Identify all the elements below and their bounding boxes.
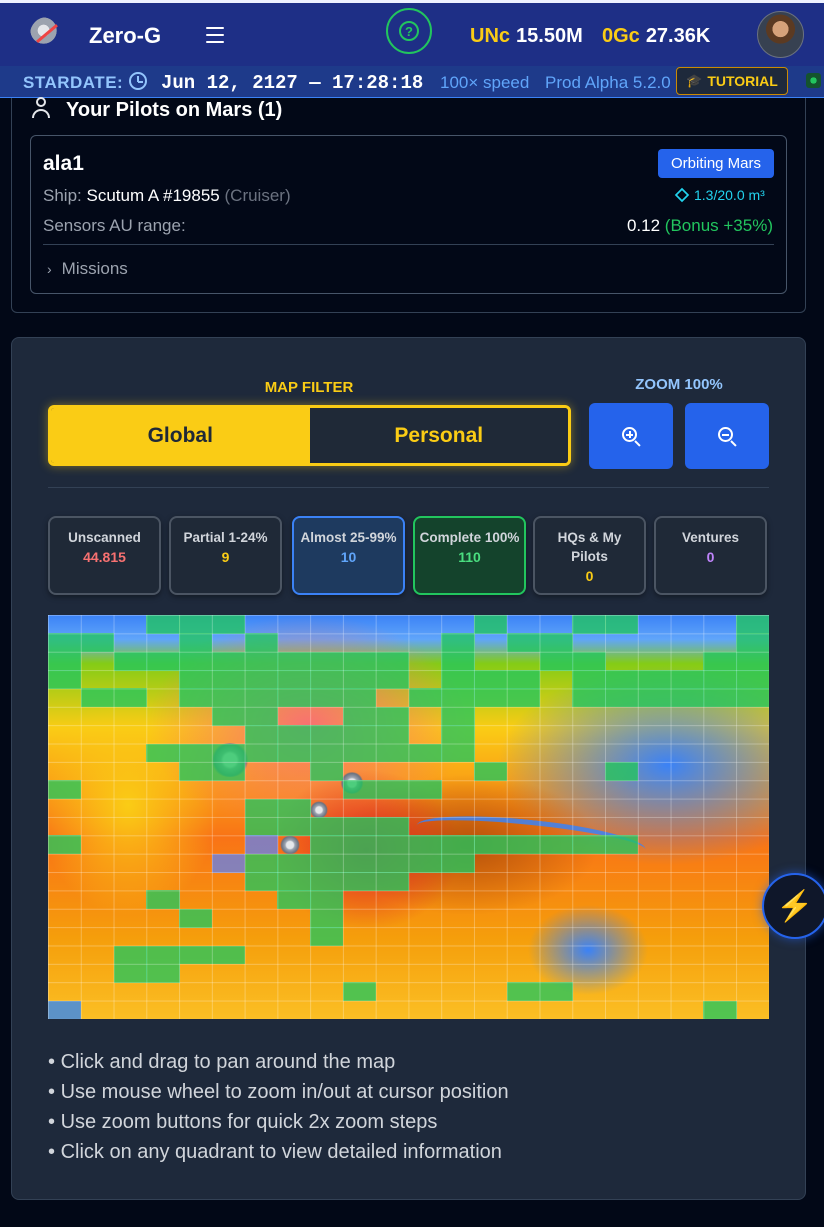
zoom-in-icon	[622, 427, 641, 447]
stat-complete[interactable]: Complete 100% 110	[413, 516, 526, 595]
app-brand[interactable]: Zero-G	[89, 23, 161, 49]
zoom-in-button[interactable]	[589, 403, 673, 469]
stardate-time: Jun 12, 2127 — 17:28:18	[161, 72, 424, 94]
stat-partial[interactable]: Partial 1-24% 9	[169, 516, 282, 595]
stat-label: Almost 25-99%	[300, 530, 397, 545]
ogc-balance: 0Gc 27.36K	[602, 25, 710, 48]
zoom-out-button[interactable]	[685, 403, 769, 469]
user-icon	[32, 97, 50, 119]
stat-value: 110	[458, 549, 481, 565]
stat-value: 0	[706, 549, 715, 565]
missions-toggle[interactable]: › Missions	[47, 259, 128, 279]
cargo-value: 1.3/20.0 m³	[694, 187, 765, 203]
unc-value: 15.50M	[516, 25, 583, 47]
stat-value: 0	[585, 568, 594, 584]
cargo-capacity: 1.3/20.0 m³	[674, 187, 765, 203]
rocket-planet-icon[interactable]	[30, 17, 64, 51]
time-speed: 100× speed	[440, 73, 530, 92]
top-navbar: Zero-G ? UNc 15.50M 0Gc 27.36K	[0, 0, 824, 66]
ship-name: Scutum A #19855	[86, 186, 220, 205]
ogc-value: 27.36K	[645, 25, 711, 47]
map-filter-title: MAP FILTER	[264, 379, 354, 396]
sensors-range: 0.12	[626, 216, 661, 235]
ship-prefix: Ship:	[43, 186, 82, 205]
graduation-cap-icon: 🎓	[686, 73, 703, 88]
unc-label: UNc	[470, 25, 511, 47]
question-icon: ?	[399, 21, 419, 41]
avatar[interactable]	[757, 11, 804, 58]
stat-ventures[interactable]: Ventures 0	[654, 516, 767, 595]
quick-action-button[interactable]: ⚡	[762, 873, 824, 939]
missions-label: Missions	[61, 259, 128, 278]
zoom-level: ZOOM 100%	[635, 376, 723, 393]
stat-label: HQs & My Pilots	[557, 530, 622, 564]
sensors-bonus: (Bonus +35%)	[664, 216, 773, 235]
filter-personal-button[interactable]: Personal	[309, 408, 568, 463]
stardate-label: STARDATE:	[23, 73, 124, 92]
panel-divider	[48, 487, 769, 488]
instruction-item: Use mouse wheel to zoom in/out at cursor…	[48, 1077, 509, 1107]
stat-value: 9	[221, 549, 230, 565]
stardate-bar: STARDATE: Jun 12, 2127 — 17:28:18 100× s…	[0, 66, 824, 98]
status-badge: Orbiting Mars	[658, 149, 774, 178]
help-button[interactable]: ?	[386, 8, 432, 54]
map-grid	[48, 615, 769, 1019]
instruction-item: Click on any quadrant to view detailed i…	[48, 1137, 509, 1167]
pilot-name: ala1	[43, 152, 84, 175]
ship-info: Ship: Scutum A #19855 (Cruiser)	[43, 186, 291, 206]
chevron-right-icon: ›	[47, 261, 52, 277]
unc-balance: UNc 15.50M	[470, 25, 583, 48]
stat-label: Unscanned	[68, 530, 141, 545]
clock-icon	[129, 72, 147, 90]
instruction-item: Click and drag to pan around the map	[48, 1047, 509, 1077]
ogc-label: 0Gc	[602, 25, 640, 47]
app-version: Prod Alpha 5.2.0	[545, 73, 671, 92]
sensors-value: 0.12 (Bonus +35%)	[627, 216, 773, 236]
stat-label: Ventures	[681, 530, 740, 545]
lightning-icon: ⚡	[776, 889, 814, 923]
ship-class: (Cruiser)	[224, 186, 291, 205]
cube-icon	[674, 187, 690, 203]
stat-almost[interactable]: Almost 25-99% 10	[292, 516, 405, 595]
stat-label: Complete 100%	[419, 530, 520, 545]
instruction-item: Use zoom buttons for quick 2x zoom steps	[48, 1107, 509, 1137]
pilots-title: Your Pilots on Mars (1)	[66, 99, 283, 121]
stat-value: 10	[340, 549, 357, 565]
status-indicator-icon[interactable]	[806, 73, 821, 88]
tutorial-button[interactable]: 🎓 TUTORIAL	[676, 67, 788, 95]
stat-hqs-pilots[interactable]: HQs & My Pilots 0	[533, 516, 646, 595]
tutorial-label: TUTORIAL	[707, 73, 778, 89]
stat-label: Partial 1-24%	[183, 530, 268, 545]
filter-global-button[interactable]: Global	[51, 408, 310, 463]
card-divider	[43, 244, 774, 245]
map-filter-toggle: Global Personal	[48, 405, 571, 466]
mars-map[interactable]	[48, 615, 769, 1019]
stat-value: 44.815	[83, 549, 126, 565]
sensors-label: Sensors AU range:	[43, 216, 186, 235]
zoom-out-icon	[718, 427, 737, 447]
hamburger-icon[interactable]	[206, 27, 224, 48]
map-instructions: Click and drag to pan around the map Use…	[48, 1047, 509, 1167]
stat-unscanned[interactable]: Unscanned 44.815	[48, 516, 161, 595]
